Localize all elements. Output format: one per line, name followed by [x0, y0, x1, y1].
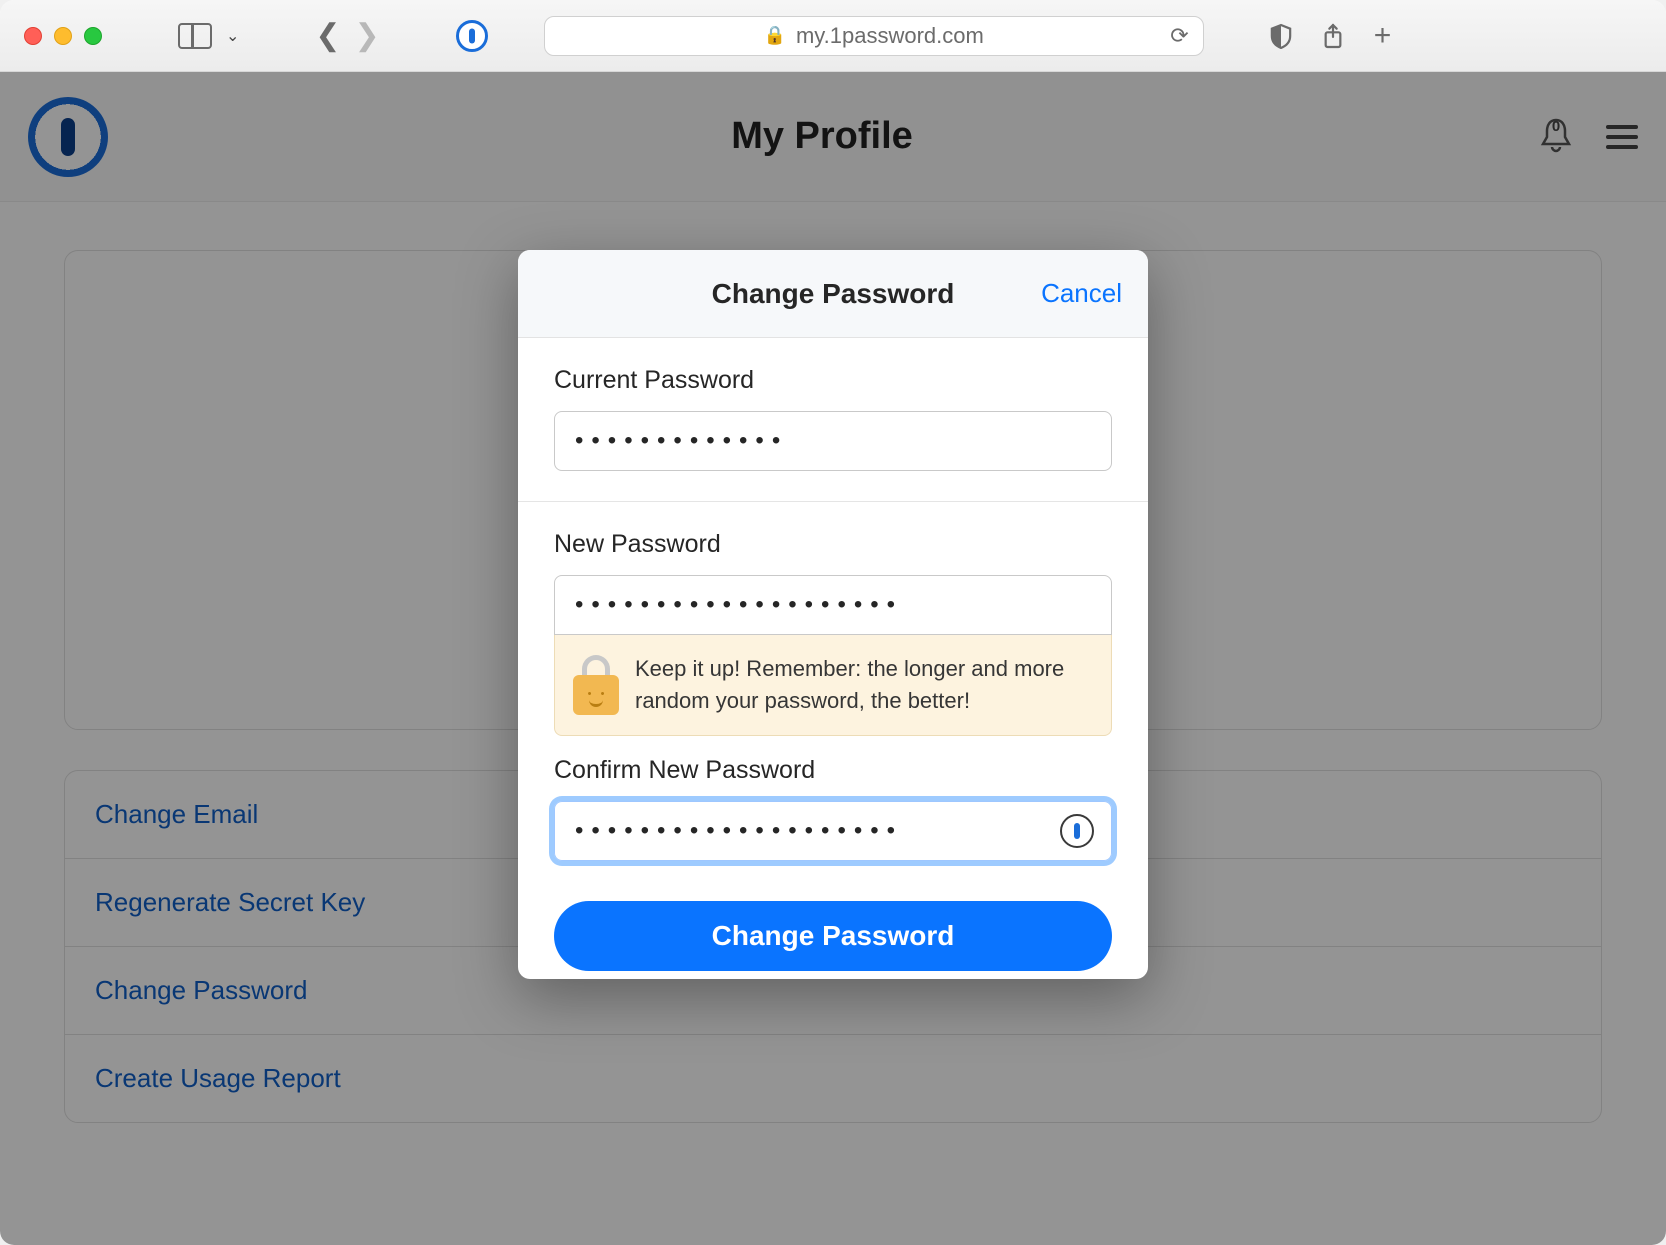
change-password-modal: Change Password Cancel Current Password …	[518, 250, 1148, 979]
lock-illustration-icon: • •	[573, 655, 619, 715]
forward-button[interactable]: ❯	[355, 18, 380, 53]
window-close-button[interactable]	[24, 27, 42, 45]
current-password-label: Current Password	[554, 366, 1112, 395]
address-bar[interactable]: 🔒 my.1password.com ⟳	[544, 16, 1204, 56]
cancel-button[interactable]: Cancel	[1041, 278, 1122, 309]
new-password-input[interactable]: ••••••••••••••••••••	[554, 575, 1112, 635]
back-button[interactable]: ❮	[315, 18, 340, 53]
sidebar-toggle-button[interactable]	[178, 23, 212, 49]
privacy-shield-icon[interactable]	[1270, 23, 1292, 49]
reload-button[interactable]: ⟳	[1170, 23, 1188, 49]
share-button[interactable]	[1322, 23, 1344, 49]
modal-title: Change Password	[712, 278, 955, 310]
lock-icon: 🔒	[764, 25, 786, 46]
new-tab-button[interactable]: +	[1374, 19, 1392, 53]
current-password-input[interactable]: •••••••••••••	[554, 411, 1112, 471]
new-password-label: New Password	[554, 530, 1112, 559]
1password-extension-icon[interactable]	[456, 20, 488, 52]
tab-group-menu[interactable]: ⌄	[226, 26, 239, 46]
change-password-submit-button[interactable]: Change Password	[554, 901, 1112, 971]
1password-inline-icon[interactable]	[1060, 814, 1094, 848]
browser-titlebar: ⌄ ❮ ❯ 🔒 my.1password.com ⟳ +	[0, 0, 1666, 72]
window-zoom-button[interactable]	[84, 27, 102, 45]
address-url: my.1password.com	[796, 23, 984, 49]
password-strength-tip: • • Keep it up! Remember: the longer and…	[554, 635, 1112, 736]
window-minimize-button[interactable]	[54, 27, 72, 45]
traffic-lights	[24, 27, 102, 45]
confirm-password-label: Confirm New Password	[554, 756, 1112, 785]
confirm-password-input[interactable]: ••••••••••••••••••••	[554, 801, 1112, 861]
